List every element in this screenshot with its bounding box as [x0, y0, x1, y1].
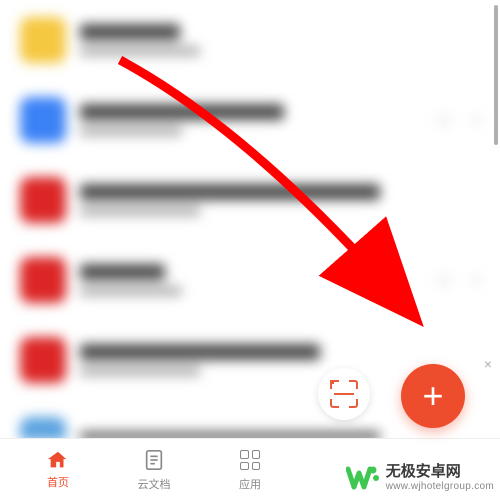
item-content: [80, 184, 480, 216]
scan-icon: [330, 380, 358, 408]
file-icon: [20, 97, 66, 143]
item-subtitle: [80, 206, 200, 216]
item-actions: ☆: [434, 267, 480, 293]
more-icon[interactable]: [474, 277, 480, 283]
item-title: [80, 104, 284, 120]
list-item[interactable]: ☆: [0, 240, 500, 320]
list-item[interactable]: [0, 160, 500, 240]
item-content: [80, 264, 420, 296]
star-icon[interactable]: ☆: [434, 107, 454, 133]
nav-label: 云文档: [138, 476, 171, 492]
item-subtitle: [80, 46, 200, 56]
watermark-title: 无极安卓网: [386, 463, 494, 480]
item-title: [80, 184, 380, 200]
item-title: [80, 264, 165, 280]
scan-button[interactable]: [318, 368, 370, 420]
document-icon: [141, 447, 167, 473]
plus-icon: +: [422, 378, 443, 414]
item-actions: ☆: [434, 107, 480, 133]
item-content: [80, 104, 420, 136]
nav-label: 首页: [47, 474, 69, 490]
item-title: [80, 24, 180, 40]
list-item[interactable]: ☆: [0, 80, 500, 160]
file-icon: [20, 337, 66, 383]
nav-apps[interactable]: 应用: [202, 447, 298, 492]
grid-icon: [237, 447, 263, 473]
add-button[interactable]: +: [401, 364, 465, 428]
list-item[interactable]: [0, 0, 500, 80]
item-content: [80, 24, 480, 56]
file-icon: [20, 177, 66, 223]
item-title: [80, 344, 320, 360]
more-icon[interactable]: [474, 117, 480, 123]
file-icon: [20, 17, 66, 63]
home-icon: [47, 449, 69, 471]
item-subtitle: [80, 126, 182, 136]
star-icon[interactable]: ☆: [434, 267, 454, 293]
close-icon[interactable]: ×: [484, 356, 492, 372]
file-icon: [20, 257, 66, 303]
file-icon: [20, 417, 66, 440]
nav-cloud-doc[interactable]: 云文档: [106, 447, 202, 492]
nav-label: 应用: [239, 476, 261, 492]
nav-home[interactable]: 首页: [10, 449, 106, 490]
watermark-url: www.wjhotelgroup.com: [386, 481, 494, 493]
item-subtitle: [80, 286, 182, 296]
watermark-logo: [346, 465, 380, 491]
item-subtitle: [80, 366, 200, 376]
watermark: 无极安卓网 www.wjhotelgroup.com: [346, 463, 494, 492]
